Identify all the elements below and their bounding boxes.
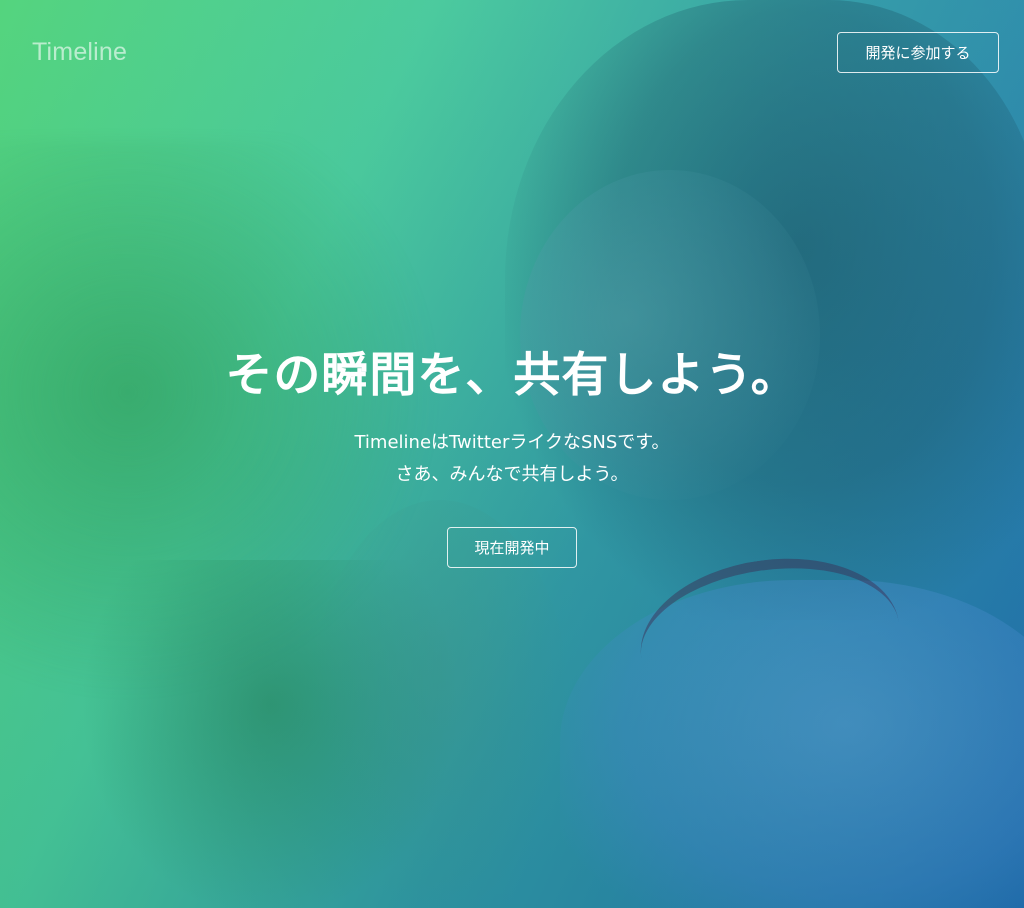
in-development-button[interactable]: 現在開発中 [447, 527, 577, 568]
hero-headline: その瞬間を、共有しよう。 [225, 348, 799, 403]
background-photo-blur-lower [80, 560, 460, 908]
hero-subtext: TimelineはTwitterライクなSNSです。 さあ、みんなで共有しよう。 [0, 427, 1024, 491]
brand-logo[interactable]: Timeline [32, 38, 127, 67]
join-development-button[interactable]: 開発に参加する [837, 32, 999, 73]
hero-subtext-line-1: TimelineはTwitterライクなSNSです。 [354, 432, 670, 453]
hero-section: Timeline 開発に参加する その瞬間を、共有しよう。 TimelineはT… [0, 0, 1024, 908]
background-photo-shirt [560, 580, 1024, 908]
hero-content: その瞬間を、共有しよう。 TimelineはTwitterライクなSNSです。 … [0, 345, 1024, 568]
background-photo-collar [630, 542, 910, 738]
hero-subtext-line-2: さあ、みんなで共有しよう。 [395, 464, 629, 485]
